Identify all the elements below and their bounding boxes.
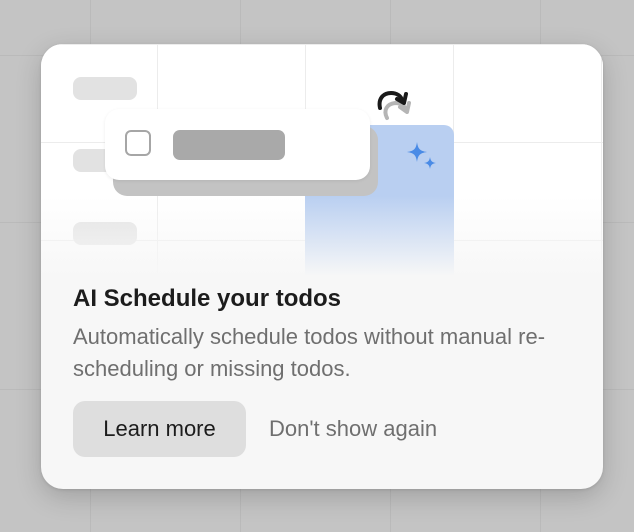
todo-card	[105, 109, 370, 180]
placeholder-pill	[73, 77, 137, 100]
redo-arrow-icon	[377, 90, 411, 120]
sparkle-icon	[407, 142, 436, 169]
dialog-title: AI Schedule your todos	[73, 285, 342, 312]
checkbox-icon	[125, 130, 151, 156]
dont-show-again-button[interactable]: Don't show again	[258, 401, 448, 457]
dialog-description: Automatically schedule todos without man…	[73, 324, 546, 381]
todo-text-placeholder	[173, 130, 285, 160]
illustration-fade	[41, 196, 603, 276]
illustration	[41, 44, 603, 276]
learn-more-button[interactable]: Learn more	[73, 401, 246, 457]
ai-schedule-promo-card: AI Schedule your todos Automatically sch…	[41, 44, 603, 489]
